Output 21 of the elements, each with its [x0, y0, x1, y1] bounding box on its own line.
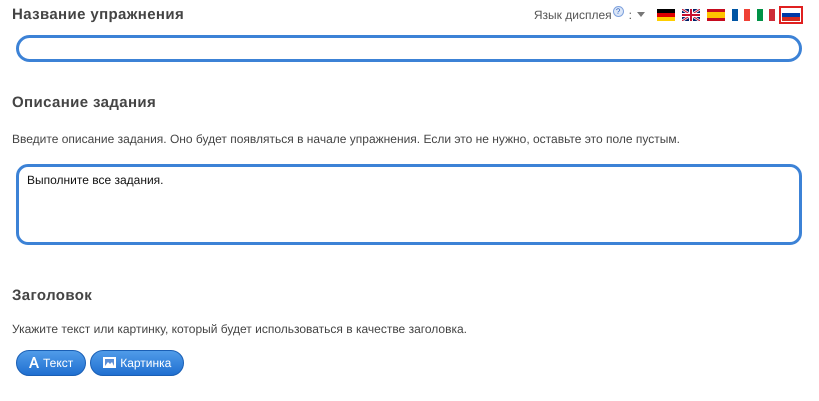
flag-icon	[732, 9, 750, 22]
image-icon	[103, 357, 116, 368]
colon: :	[628, 7, 632, 24]
display-language-label: Язык дисплея	[534, 7, 612, 24]
section-heading: Описание задания	[12, 92, 158, 112]
letter-a-icon	[29, 357, 39, 368]
description-hint: Введите описание задания. Оно будет появляться в начале упражнения. Если это не нужно, оставьте это поле пустым.	[12, 131, 681, 148]
image-button[interactable]: Картинка	[90, 350, 184, 376]
flag-icon	[657, 9, 675, 22]
dropdown-icon[interactable]	[637, 12, 645, 18]
section-heading: Название упражнения	[12, 5, 184, 25]
flag-button[interactable]	[779, 6, 803, 24]
flag-icon	[757, 9, 775, 22]
text-button[interactable]: Текст	[16, 350, 86, 376]
section-heading: Заголовок	[12, 286, 94, 306]
help-icon[interactable]: ?	[612, 6, 624, 17]
flag-icon	[707, 9, 725, 22]
flag-icon	[682, 9, 700, 22]
header-hint: Укажите текст или картинку, который будет использоваться в качестве заголовка.	[12, 320, 468, 338]
description-input-field[interactable]: Выполните все задания.	[16, 164, 802, 245]
title-input-field[interactable]	[16, 34, 802, 62]
